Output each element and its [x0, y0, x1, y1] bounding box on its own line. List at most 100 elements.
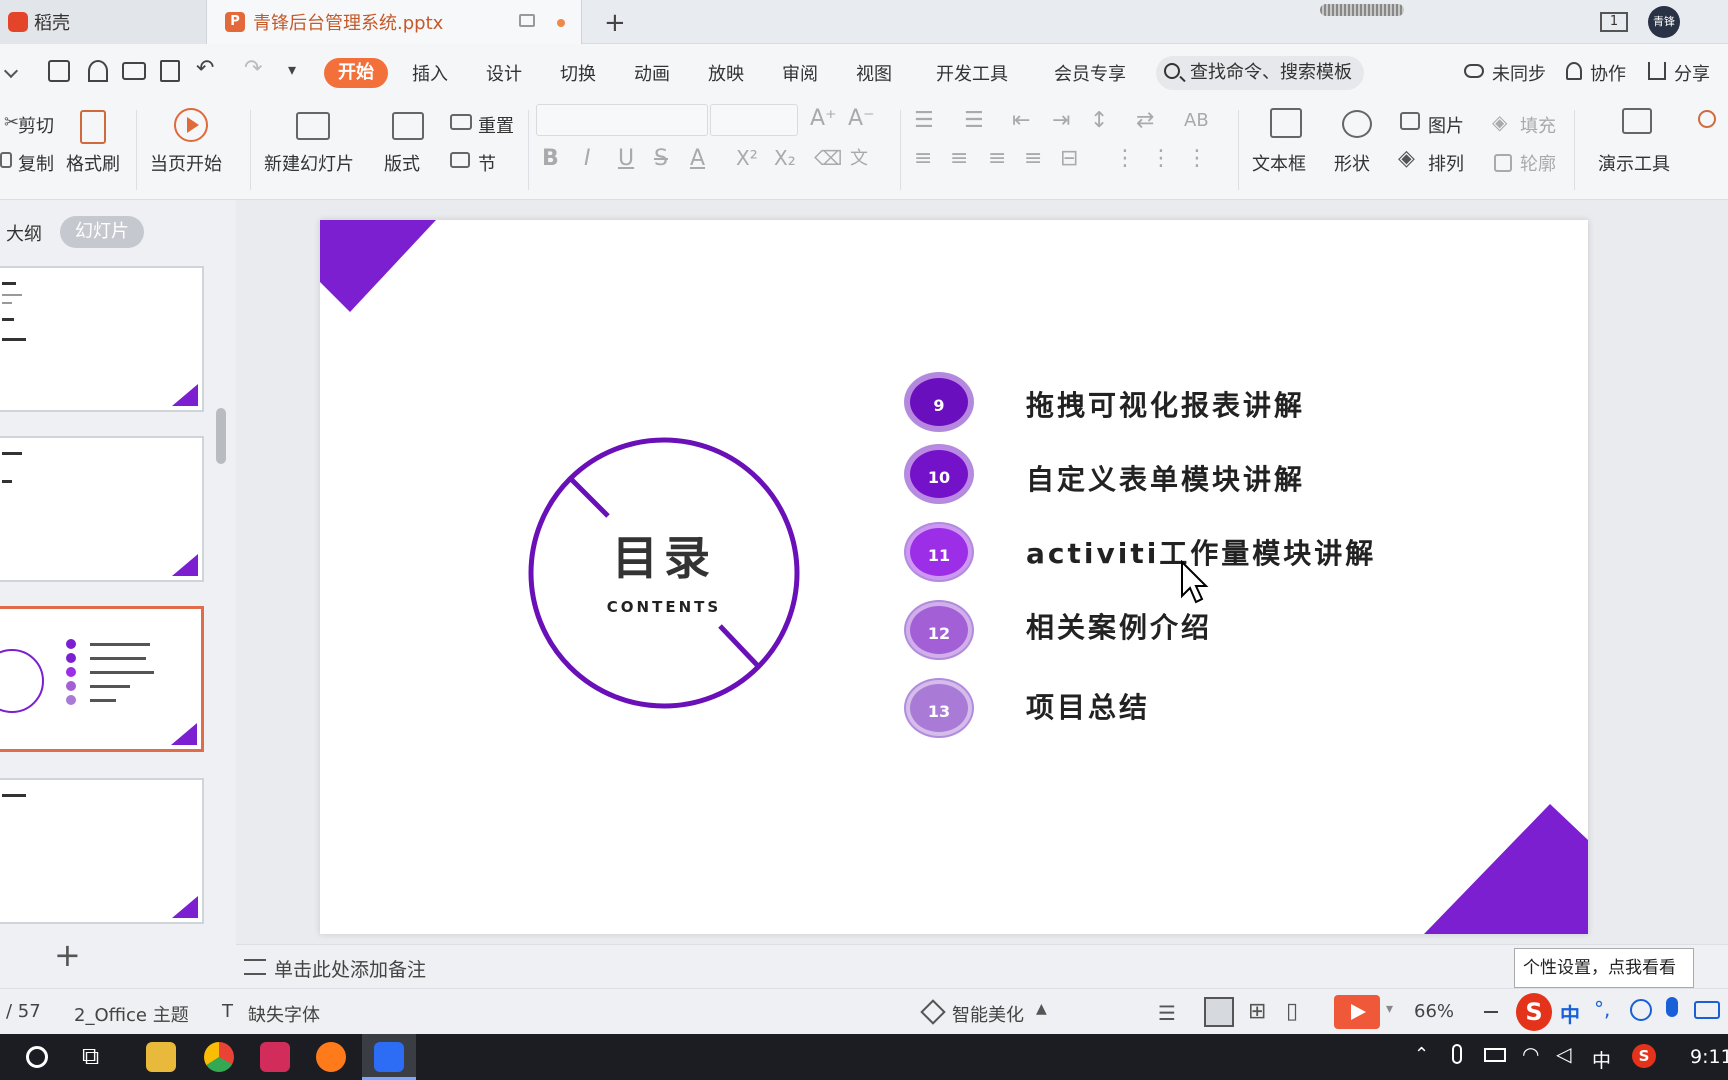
tab-home[interactable]: 稻壳: [0, 0, 206, 44]
phonetic-icon[interactable]: 文: [850, 144, 868, 170]
bullet-list-icon[interactable]: ☰: [914, 108, 934, 133]
print-preview-icon[interactable]: [160, 60, 180, 82]
reset-button[interactable]: 重置: [478, 112, 514, 138]
superscript-icon[interactable]: X²: [736, 146, 758, 170]
decrease-indent-icon[interactable]: ⇤: [1012, 108, 1030, 133]
line-spacing-icon[interactable]: ↕: [1090, 108, 1108, 133]
textbox-button[interactable]: 文本框: [1252, 150, 1306, 176]
play-dropdown-icon[interactable]: ▾: [1386, 1001, 1393, 1017]
menu-design[interactable]: 设计: [486, 60, 522, 86]
normal-view-icon[interactable]: [1204, 997, 1234, 1027]
ime-language[interactable]: 中: [1560, 999, 1580, 1028]
chrome-icon[interactable]: [204, 1042, 234, 1072]
notes-placeholder[interactable]: 单击此处添加备注: [274, 955, 426, 982]
distribute-icon[interactable]: ⊟: [1060, 146, 1078, 171]
menu-home[interactable]: 开始: [324, 58, 388, 88]
outline-button[interactable]: 轮廓: [1520, 150, 1556, 176]
font-color-button[interactable]: A: [690, 146, 705, 171]
layout-button[interactable]: 版式: [384, 150, 420, 176]
strikethrough-button[interactable]: S: [654, 146, 668, 171]
align-left-icon[interactable]: ≡: [914, 146, 932, 171]
menu-animation[interactable]: 动画: [634, 60, 670, 86]
intellij-icon[interactable]: [260, 1042, 290, 1072]
theme-name[interactable]: 2_Office 主题: [74, 1001, 189, 1027]
find-icon[interactable]: [1698, 110, 1716, 128]
tab-document[interactable]: P 青锋后台管理系统.pptx: [206, 0, 582, 44]
subscript-icon[interactable]: X₂: [774, 146, 796, 170]
user-avatar[interactable]: 青锋: [1648, 6, 1680, 38]
justify-icon[interactable]: ≡: [1024, 146, 1042, 171]
volume-icon[interactable]: ◁: [1556, 1042, 1571, 1066]
slide-canvas[interactable]: 目录 CONTENTS 9 拖拽可视化报表讲解 10 自定义表单模块讲解 11 …: [320, 220, 1588, 934]
shape-button[interactable]: 形状: [1334, 150, 1370, 176]
task-view-icon[interactable]: ⧉: [82, 1042, 99, 1070]
tray-expand-icon[interactable]: ⌃: [1414, 1044, 1429, 1065]
microphone-icon[interactable]: [1452, 1044, 1462, 1064]
decrease-font-icon[interactable]: A⁻: [848, 106, 875, 131]
clear-format-icon[interactable]: ⌫: [814, 146, 842, 170]
collaborate-button[interactable]: 协作: [1590, 60, 1626, 86]
file-explorer-icon[interactable]: [146, 1042, 176, 1072]
zoom-level[interactable]: 66%: [1414, 1001, 1454, 1022]
notes-pane[interactable]: 单击此处添加备注: [236, 944, 1728, 988]
copy-button[interactable]: 复制: [18, 150, 54, 176]
share-button[interactable]: 分享: [1674, 60, 1710, 86]
font-family-select[interactable]: [536, 104, 708, 136]
play-slideshow-button[interactable]: [1334, 995, 1380, 1029]
menu-developer[interactable]: 开发工具: [936, 60, 1008, 86]
align-right-icon[interactable]: ≡: [988, 146, 1006, 171]
sogou-ime-icon[interactable]: S: [1516, 993, 1552, 1031]
fill-button[interactable]: 填充: [1520, 112, 1556, 138]
presenter-tools-button[interactable]: 演示工具: [1598, 150, 1670, 176]
menu-slideshow[interactable]: 放映: [708, 60, 744, 86]
smart-beautify-button[interactable]: 智能美化: [952, 1001, 1024, 1027]
text-wrap-icon[interactable]: AB: [1184, 110, 1209, 131]
slide-thumbnail[interactable]: [0, 436, 204, 582]
notes-toggle-icon[interactable]: ☰: [1158, 1001, 1176, 1025]
collapse-chevron-icon[interactable]: [3, 63, 19, 79]
battery-icon[interactable]: [1484, 1048, 1506, 1062]
tab-outline[interactable]: 大纲: [6, 220, 42, 246]
increase-font-icon[interactable]: A⁺: [810, 106, 837, 131]
menu-transition[interactable]: 切换: [560, 60, 596, 86]
sogou-tray-icon[interactable]: S: [1632, 1044, 1656, 1068]
menu-review[interactable]: 审阅: [782, 60, 818, 86]
paragraph-icon[interactable]: ⋮: [1186, 146, 1208, 171]
bold-button[interactable]: B: [542, 146, 559, 171]
slide-sorter-icon[interactable]: ⊞: [1248, 999, 1266, 1024]
ime-emoji-icon[interactable]: [1630, 999, 1652, 1021]
firefox-icon[interactable]: [316, 1042, 346, 1072]
input-language[interactable]: 中: [1592, 1046, 1611, 1073]
play-from-current-button[interactable]: 当页开始: [150, 150, 222, 176]
sync-status[interactable]: 未同步: [1492, 60, 1546, 86]
menu-view[interactable]: 视图: [856, 60, 892, 86]
beautify-expand-icon[interactable]: ▲: [1036, 1001, 1047, 1017]
wifi-icon[interactable]: ◠: [1522, 1042, 1539, 1066]
slide-thumbnail[interactable]: [0, 266, 204, 412]
unsaved-dot-icon[interactable]: [557, 19, 565, 27]
menu-member[interactable]: 会员专享: [1054, 60, 1126, 86]
cut-button[interactable]: 剪切: [18, 112, 54, 138]
arrange-button[interactable]: 排列: [1428, 150, 1464, 176]
clock-time[interactable]: 9:11: [1690, 1046, 1728, 1068]
ime-punctuation-icon[interactable]: °,: [1594, 997, 1610, 1021]
add-slide-button[interactable]: +: [54, 936, 81, 974]
print-icon[interactable]: [122, 62, 146, 80]
italic-button[interactable]: I: [584, 146, 591, 171]
output-icon[interactable]: [88, 60, 108, 82]
vertical-align-icon[interactable]: ⋮: [1114, 146, 1136, 171]
text-direction-icon[interactable]: ⇄: [1136, 108, 1154, 133]
font-size-select[interactable]: [710, 104, 798, 136]
window-drag-handle[interactable]: [1320, 4, 1404, 16]
thumbnail-scrollbar[interactable]: [216, 408, 226, 464]
monitor-icon[interactable]: [519, 14, 535, 27]
command-search-input[interactable]: 查找命令、搜索模板: [1156, 56, 1364, 90]
customize-dropdown-icon[interactable]: ▾: [288, 60, 296, 79]
slide-thumbnail[interactable]: [0, 778, 204, 924]
ime-voice-icon[interactable]: [1666, 997, 1678, 1017]
new-tab-button[interactable]: +: [604, 8, 626, 38]
undo-icon[interactable]: ↶: [196, 56, 214, 81]
ime-keyboard-icon[interactable]: [1694, 1001, 1720, 1019]
columns-icon[interactable]: ⋮: [1150, 146, 1172, 171]
reading-view-icon[interactable]: ▯: [1286, 999, 1298, 1024]
